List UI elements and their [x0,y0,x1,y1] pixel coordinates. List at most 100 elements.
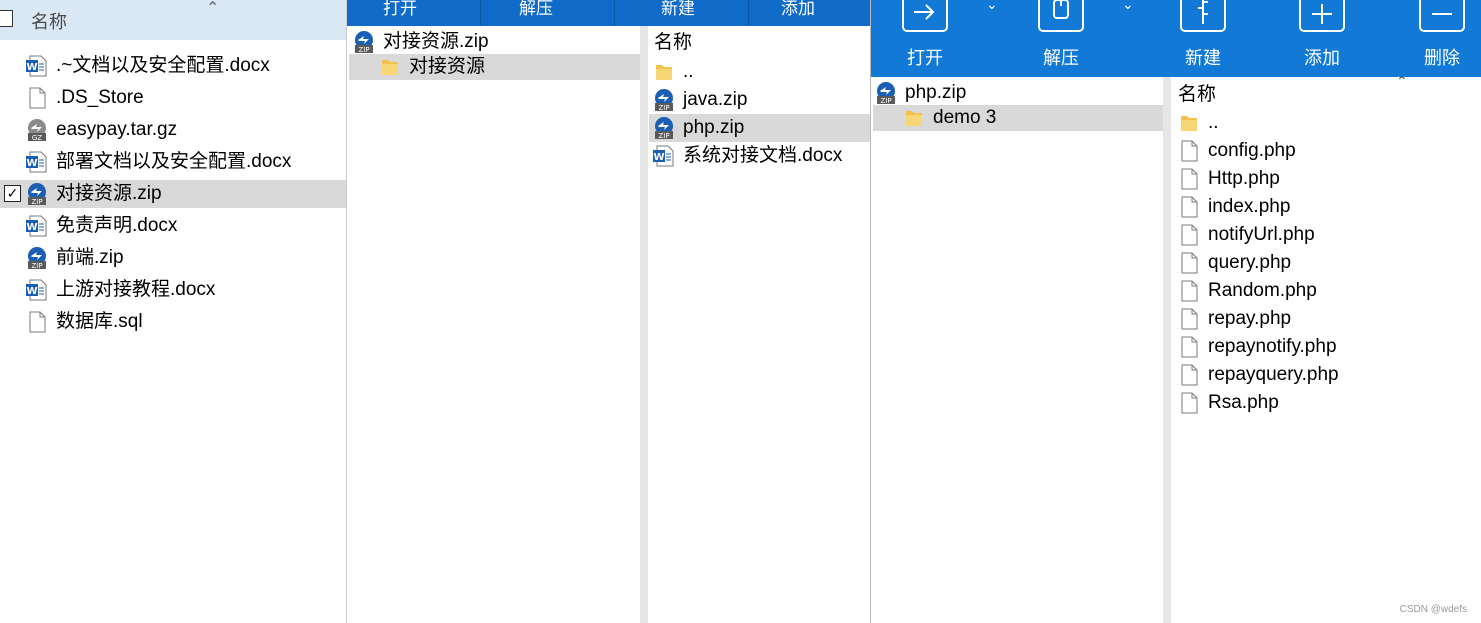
file-name: .~文档以及安全配置.docx [56,55,270,76]
gz-archive-icon [28,119,46,141]
toolbar-open-button[interactable]: 打开 [347,0,481,26]
toolbar-add-label: 添加 [781,0,815,18]
add-icon [1299,0,1345,32]
file-row[interactable]: .. [653,58,863,86]
file-row[interactable]: index.php [1178,193,1468,221]
word-icon [653,145,674,167]
file-row[interactable]: query.php [1178,249,1468,277]
file-row[interactable]: 数据库.sql [26,308,326,336]
tree-folder[interactable]: 对接资源 [349,54,640,80]
tree-folder-label: demo 3 [933,107,997,128]
file-name: php.zip [683,117,745,138]
file-row[interactable]: 前端.zip [26,244,326,272]
file-name: repay.php [1208,308,1292,329]
file-name: repaynotify.php [1208,336,1337,357]
file-icon [1181,364,1198,386]
file-icon [1181,308,1198,330]
tree-root[interactable]: php.zip [875,79,1163,107]
file-row[interactable]: 免责声明.docx [26,212,326,240]
open-label: 打开 [907,48,943,68]
file-name: 前端.zip [56,247,124,268]
file-row[interactable]: php.zip [649,114,871,142]
toolbar-new-label: 新建 [661,0,695,18]
list-column-header[interactable]: 名称 [654,29,692,57]
word-icon [26,215,47,237]
toolbar-new-button[interactable]: 新建 [615,0,749,26]
file-icon [1181,336,1198,358]
folder-icon [1181,116,1197,131]
tree-folder-label: 对接资源 [409,56,486,77]
sort-chevron-up-icon: ⌃ [1396,73,1408,89]
word-icon [26,279,47,301]
extract-button[interactable]: 解压 [1016,0,1106,77]
file-name: Random.php [1208,280,1317,301]
toolbar: 打开 解压 新建 添加 [347,0,871,26]
file-name: notifyUrl.php [1208,224,1315,245]
file-row[interactable]: java.zip [653,86,863,114]
toolbar: 打开 ⌄ 解压 ⌄ 新建 添加 删除 [871,0,1481,77]
file-row[interactable]: .~文档以及安全配置.docx [26,52,326,80]
file-row[interactable]: notifyUrl.php [1178,221,1468,249]
file-row[interactable]: config.php [1178,137,1468,165]
select-all-checkbox[interactable] [0,10,13,27]
extract-label: 解压 [1043,48,1079,68]
file-icon [1181,168,1198,190]
file-row[interactable]: Rsa.php [1178,389,1468,417]
sort-chevron-up-icon: ⌃ [206,0,220,17]
delete-label: 删除 [1424,48,1460,68]
file-name: java.zip [683,89,748,110]
file-row[interactable]: repayquery.php [1178,361,1468,389]
file-row[interactable]: repaynotify.php [1178,333,1468,361]
open-dropdown-chevron-icon[interactable]: ⌄ [986,0,998,13]
list-column-header[interactable]: 名称 ⌃ [1178,73,1478,109]
toolbar-add-button[interactable]: 添加 [749,0,871,26]
file-name: .. [1208,112,1219,133]
extract-icon [1038,0,1084,32]
column-header-name[interactable]: 名称 [31,8,67,34]
file-name: .DS_Store [56,87,144,108]
row-checkbox[interactable]: ✓ [4,185,21,202]
new-archive-label: 新建 [1185,48,1221,68]
folder-icon [906,111,922,126]
file-row[interactable]: Random.php [1178,277,1468,305]
file-name: 对接资源.zip [56,183,162,204]
pane-splitter[interactable] [640,26,648,623]
file-icon [1181,196,1198,218]
file-row[interactable]: Http.php [1178,165,1468,193]
file-row[interactable]: repay.php [1178,305,1468,333]
file-name: 上游对接教程.docx [56,279,216,300]
file-name: query.php [1208,252,1292,273]
open-button[interactable]: 打开 [880,0,970,77]
file-name: Rsa.php [1208,392,1279,413]
toolbar-open-label: 打开 [383,0,417,18]
new-archive-icon [1180,0,1226,32]
zip-icon [28,183,46,205]
archive-window-1: 打开 解压 新建 添加 对接资源.zip 对接资源 名称 .. java.zip p… [346,0,871,623]
file-row[interactable]: 上游对接教程.docx [26,276,326,304]
zip-icon [877,82,895,104]
tree-root-label: php.zip [905,82,967,103]
zip-icon [655,117,673,139]
add-label: 添加 [1304,48,1340,68]
file-row[interactable]: easypay.tar.gz [26,116,326,144]
toolbar-extract-button[interactable]: 解压 [481,0,615,26]
tree-folder[interactable]: demo 3 [873,105,1163,131]
file-row[interactable]: 部署文档以及安全配置.docx [26,148,326,176]
new-archive-button[interactable]: 新建 [1158,0,1248,77]
file-row[interactable]: ✓ 对接资源.zip [0,180,346,208]
tree-root[interactable]: 对接资源.zip [353,28,639,56]
file-row[interactable]: .DS_Store [26,84,326,112]
add-button[interactable]: 添加 [1277,0,1367,77]
zip-icon [28,247,46,269]
pane-splitter[interactable] [1163,77,1171,623]
archive-window-2: 打开 ⌄ 解压 ⌄ 新建 添加 删除 php.zip demo 3 名称 ⌃ .… [870,0,1481,623]
word-icon [26,55,47,77]
file-name: 系统对接文档.docx [683,145,843,166]
file-row[interactable]: 系统对接文档.docx [653,142,863,170]
folder-icon [656,65,672,80]
column-header-bar[interactable]: 名称 ⌃ [0,0,346,40]
list-column-header-label: 名称 [1178,84,1217,105]
extract-dropdown-chevron-icon[interactable]: ⌄ [1122,0,1134,13]
delete-button[interactable]: 删除 [1397,0,1481,77]
file-row[interactable]: .. [1178,109,1468,137]
